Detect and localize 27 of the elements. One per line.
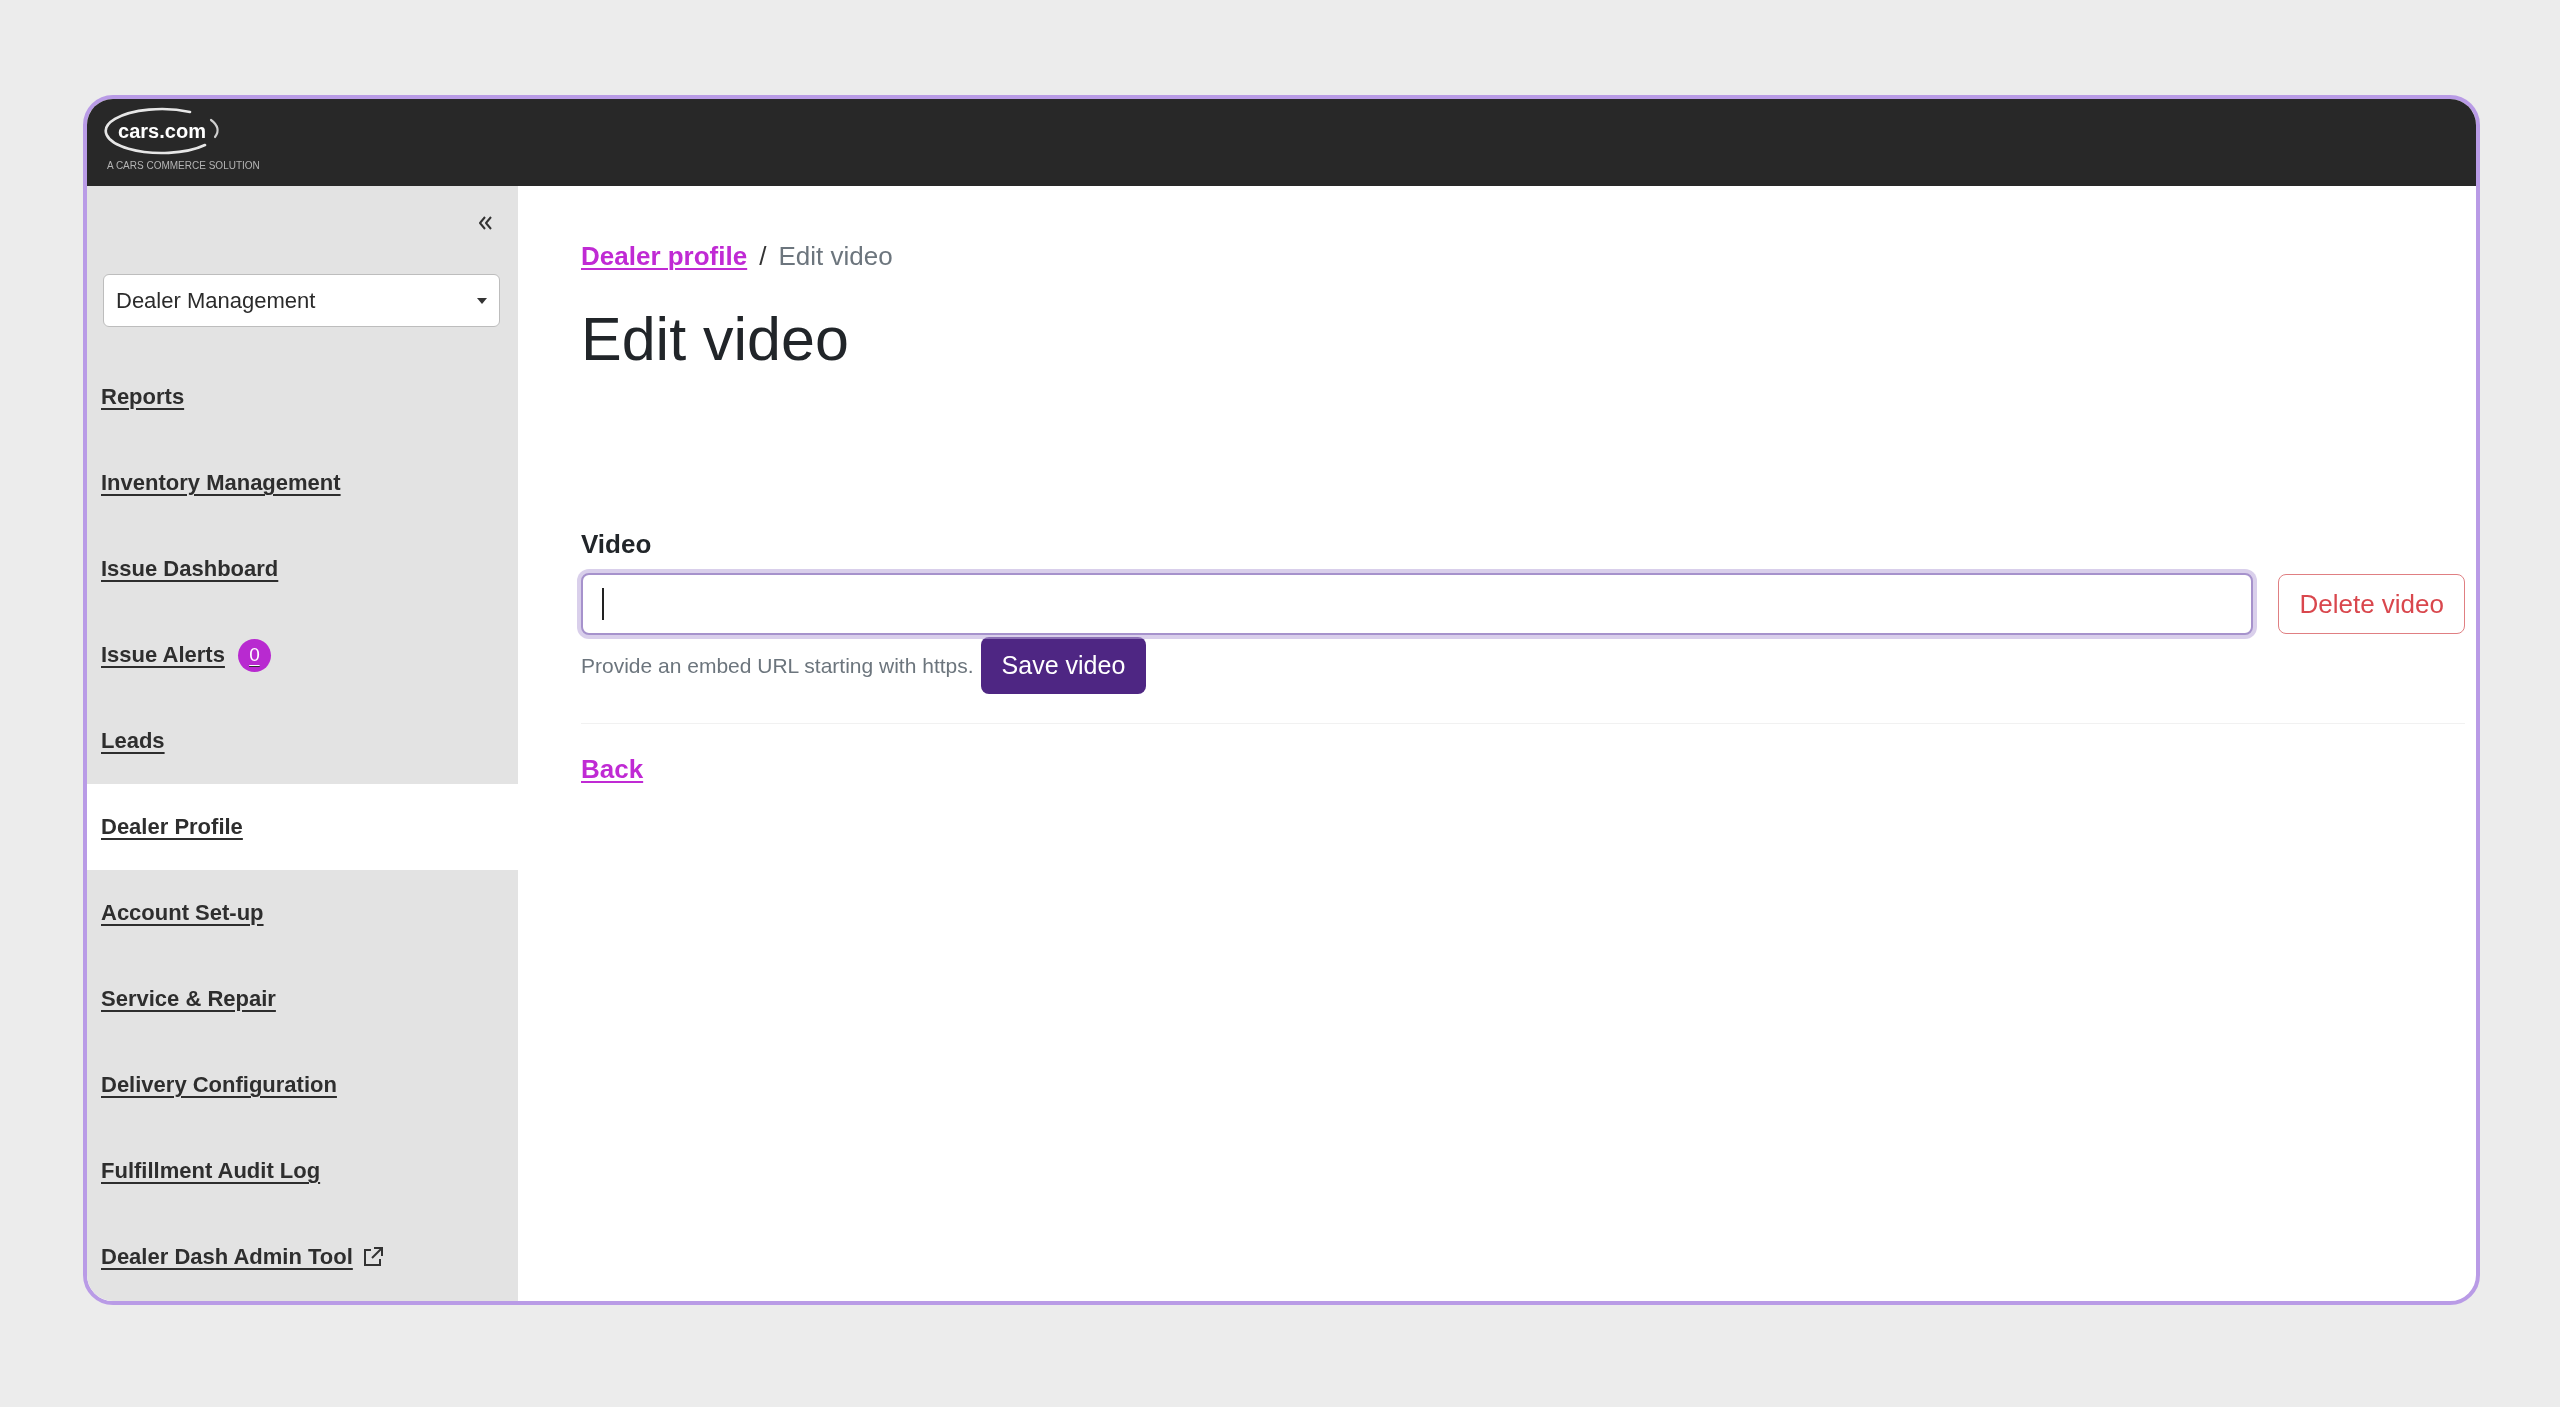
sidebar-nav-item[interactable]: Leads [87, 698, 518, 784]
breadcrumb-link[interactable]: Dealer profile [581, 241, 748, 271]
sidebar-nav-item[interactable]: Inventory Management [87, 440, 518, 526]
sidebar-nav-item[interactable]: Issue Alerts 0 [87, 612, 518, 698]
cars-logo[interactable]: cars.com A CARS COMMERCE SOLUTION [104, 104, 264, 174]
sidebar-nav-item[interactable]: Delivery Configuration [87, 1042, 518, 1128]
sidebar-nav-item[interactable]: Account Set-up [87, 870, 518, 956]
delete-video-button[interactable]: Delete video [2278, 574, 2465, 634]
page-title: Edit video [581, 304, 849, 375]
back-link[interactable]: Back [581, 754, 644, 784]
video-field-label: Video [581, 529, 652, 559]
sidebar-nav-item[interactable]: Dealer Dash Admin Tool [87, 1214, 518, 1300]
alert-count-badge: 0 [237, 638, 271, 672]
dealer-management-dropdown[interactable]: Dealer Management [103, 274, 500, 327]
double-chevron-left-icon[interactable] [478, 216, 493, 230]
help-text: Provide an embed URL starting with https. [581, 653, 974, 678]
caret-down-icon [477, 297, 487, 304]
sidebar-nav-item[interactable]: Issue Dashboard [87, 526, 518, 612]
breadcrumb-current: Edit video [778, 241, 893, 271]
sidebar-nav-item[interactable]: Dealer Profile [87, 784, 518, 870]
sidebar-nav-item[interactable]: Fulfillment Audit Log [87, 1128, 518, 1214]
sidebar-nav-item[interactable]: Reports [87, 354, 518, 440]
breadcrumb-separator: / [759, 241, 767, 271]
sidebar-nav-item[interactable]: Service & Repair [87, 956, 518, 1042]
text-caret-icon [602, 588, 604, 620]
save-video-button[interactable]: Save video [980, 637, 1147, 694]
video-url-field[interactable] [581, 573, 2254, 635]
